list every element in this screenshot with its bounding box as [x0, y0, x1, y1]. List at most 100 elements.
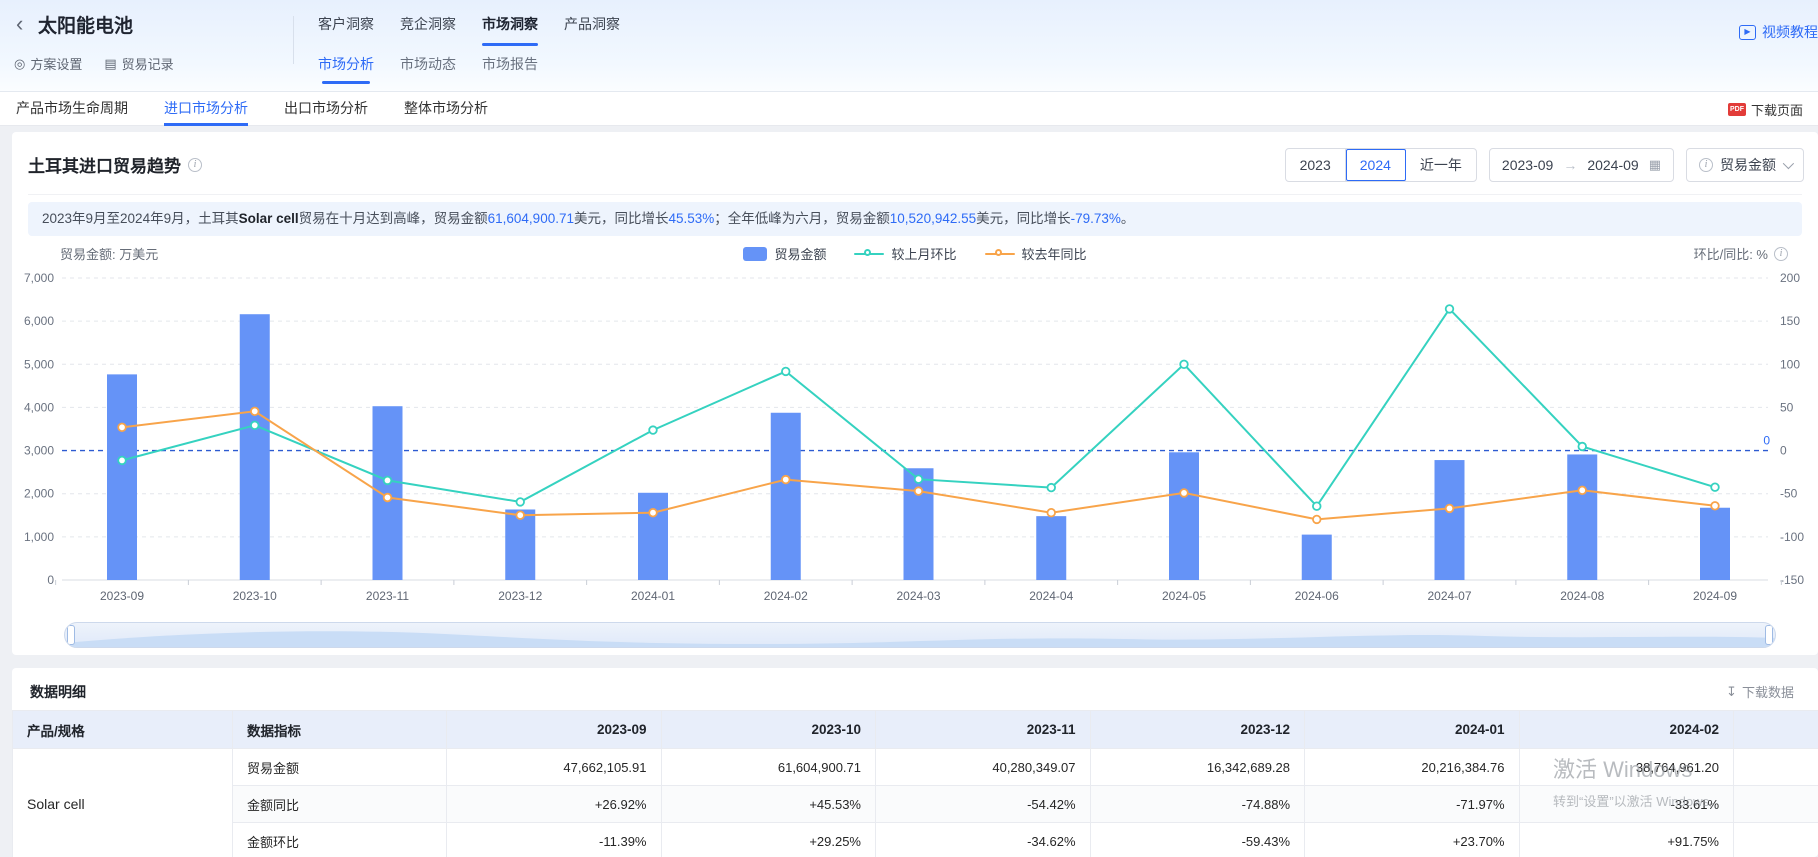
top-header: ‹ 太阳能电池 ◎方案设置 ▤贸易记录 客户洞察 竞企洞察 市场洞察 产品洞察 …: [0, 0, 1818, 92]
play-icon: ▶: [1739, 25, 1756, 40]
subtab-market-dynamics[interactable]: 市场动态: [400, 54, 456, 84]
nav-overall-analysis[interactable]: 整体市场分析: [404, 92, 488, 126]
datazoom-slider[interactable]: [64, 622, 1776, 648]
download-icon: ↧: [1726, 684, 1737, 700]
svg-text:2023-11: 2023-11: [366, 589, 409, 603]
data-detail-table: 产品/规格数据指标2023-092023-102023-112023-12202…: [12, 710, 1818, 857]
svg-text:-150: -150: [1780, 573, 1804, 587]
value-cell: -34.62%: [876, 823, 1091, 857]
table-row: Solar cell贸易金额47,662,105.9161,604,900.71…: [13, 749, 1818, 786]
col-month-header: 2023-12: [1090, 711, 1305, 749]
divider: [28, 194, 1802, 195]
svg-text:3,000: 3,000: [24, 444, 54, 458]
value-cell: +29.25%: [661, 823, 876, 857]
svg-text:200: 200: [1780, 271, 1800, 285]
arrow-icon: →: [1563, 157, 1577, 173]
page: ‹ 太阳能电池 ◎方案设置 ▤贸易记录 客户洞察 竞企洞察 市场洞察 产品洞察 …: [0, 0, 1818, 857]
svg-text:2024-02: 2024-02: [764, 589, 808, 603]
subtab-market-analysis[interactable]: 市场分析: [318, 54, 374, 84]
indicator-cell: 贸易金额: [233, 749, 447, 786]
legend-trade-amount[interactable]: 贸易金额: [743, 244, 826, 263]
summary-text: 美元，同比增长: [574, 211, 669, 226]
year-2024-button[interactable]: 2024: [1346, 149, 1406, 181]
summary-text: ；全年低峰为六月，贸易金额: [714, 211, 890, 226]
trend-card: 土耳其进口贸易趋势 i 2023 2024 近一年 2023-09 → 2024…: [12, 132, 1818, 655]
date-range-picker[interactable]: 2023-09 → 2024-09 ▦: [1489, 148, 1674, 182]
insight-tabs: 客户洞察 竞企洞察 市场洞察 产品洞察: [318, 14, 620, 42]
svg-text:2024-01: 2024-01: [631, 589, 675, 603]
subtab-market-report[interactable]: 市场报告: [482, 54, 538, 84]
indicator-cell: 金额同比: [233, 786, 447, 823]
tab-product-insight[interactable]: 产品洞察: [564, 14, 620, 42]
summary-text: 10,520,942.55: [890, 211, 976, 226]
download-data-button[interactable]: ↧ 下载数据: [1726, 682, 1794, 701]
info-icon[interactable]: i: [188, 158, 202, 172]
nav-import-analysis[interactable]: 进口市场分析: [164, 92, 248, 126]
svg-text:2,000: 2,000: [24, 487, 54, 501]
col-month-header: 2023-10: [661, 711, 876, 749]
nav-export-analysis[interactable]: 出口市场分析: [284, 92, 368, 126]
header-tools: ◎方案设置 ▤贸易记录: [14, 54, 174, 73]
pdf-icon: PDF: [1728, 103, 1746, 116]
col-clipped: [1734, 711, 1818, 749]
download-page-button[interactable]: PDF 下载页面: [1728, 100, 1803, 119]
svg-text:-50: -50: [1780, 487, 1798, 501]
back-icon[interactable]: ‹: [16, 12, 23, 36]
value-cell: +26.92%: [447, 786, 662, 823]
video-tutorial-link[interactable]: ▶ 视频教程: [1739, 22, 1818, 42]
info-icon: i: [1699, 158, 1713, 172]
summary-text: 45.53%: [668, 211, 714, 226]
divider: [293, 16, 294, 64]
summary-text: -79.73%: [1071, 211, 1121, 226]
svg-text:2024-07: 2024-07: [1427, 589, 1471, 603]
svg-text:6,000: 6,000: [24, 314, 54, 328]
chart-controls: 2023 2024 近一年 2023-09 → 2024-09 ▦ i 贸易金额: [1285, 148, 1804, 182]
chart-legend: 贸易金额 较上月环比 较去年同比: [12, 244, 1818, 263]
svg-text:1,000: 1,000: [24, 530, 54, 544]
value-cell: 38,764,961.20: [1519, 749, 1734, 786]
analysis-nav: 产品市场生命周期 进口市场分析 出口市场分析 整体市场分析 PDF 下载页面: [0, 92, 1818, 126]
trend-chart[interactable]: 0-1501,000-1002,000-503,00004,000505,000…: [12, 268, 1818, 618]
col-month-header: 2023-09: [447, 711, 662, 749]
last-year-button[interactable]: 近一年: [1406, 149, 1476, 181]
data-detail-card: 数据明细 ↧ 下载数据 产品/规格数据指标2023-092023-102023-…: [12, 668, 1818, 857]
svg-text:5,000: 5,000: [24, 357, 54, 371]
tab-customer-insight[interactable]: 客户洞察: [318, 14, 374, 42]
tab-market-insight[interactable]: 市场洞察: [482, 14, 538, 42]
metric-dropdown[interactable]: i 贸易金额: [1686, 148, 1804, 182]
info-icon[interactable]: i: [1774, 247, 1788, 261]
nav-product-lifecycle[interactable]: 产品市场生命周期: [16, 92, 128, 126]
svg-text:0: 0: [1780, 444, 1787, 458]
col-product-header: 产品/规格: [13, 711, 233, 749]
value-cell: -71.97%: [1305, 786, 1520, 823]
datazoom-preview: [65, 623, 1776, 648]
svg-text:0: 0: [47, 573, 54, 587]
summary-text: Solar cell: [239, 211, 299, 226]
datazoom-right-handle[interactable]: [1765, 625, 1773, 645]
svg-text:150: 150: [1780, 314, 1800, 328]
svg-text:2024-08: 2024-08: [1560, 589, 1604, 603]
value-cell: -74.88%: [1090, 786, 1305, 823]
legend-mom[interactable]: 较上月环比: [854, 244, 956, 263]
svg-text:2024-04: 2024-04: [1029, 589, 1073, 603]
datazoom-left-handle[interactable]: [67, 625, 75, 645]
chart-title: 土耳其进口贸易趋势 i: [28, 152, 202, 177]
year-2023-button[interactable]: 2023: [1286, 149, 1346, 181]
plan-settings-button[interactable]: ◎方案设置: [14, 54, 82, 73]
right-axis-unit-label: 环比/同比: % i: [1694, 244, 1788, 263]
trade-records-button[interactable]: ▤贸易记录: [104, 54, 173, 73]
value-cell: +45.53%: [661, 786, 876, 823]
tab-competitor-insight[interactable]: 竞企洞察: [400, 14, 456, 42]
legend-yoy[interactable]: 较去年同比: [985, 244, 1087, 263]
table-header-row: 产品/规格数据指标2023-092023-102023-112023-12202…: [13, 711, 1818, 749]
document-icon: ▤: [104, 56, 116, 72]
value-cell: +91.75%: [1519, 823, 1734, 857]
svg-text:50: 50: [1780, 400, 1794, 414]
summary-text: 美元，同比增长: [976, 211, 1071, 226]
svg-text:2024-03: 2024-03: [896, 589, 940, 603]
col-indicator-header: 数据指标: [233, 711, 447, 749]
summary-text: 贸易在十月达到高峰，贸易金额: [299, 211, 488, 226]
data-detail-title: 数据明细: [30, 682, 86, 702]
value-cell: 20,216,384.76: [1305, 749, 1520, 786]
svg-text:7,000: 7,000: [24, 271, 54, 285]
